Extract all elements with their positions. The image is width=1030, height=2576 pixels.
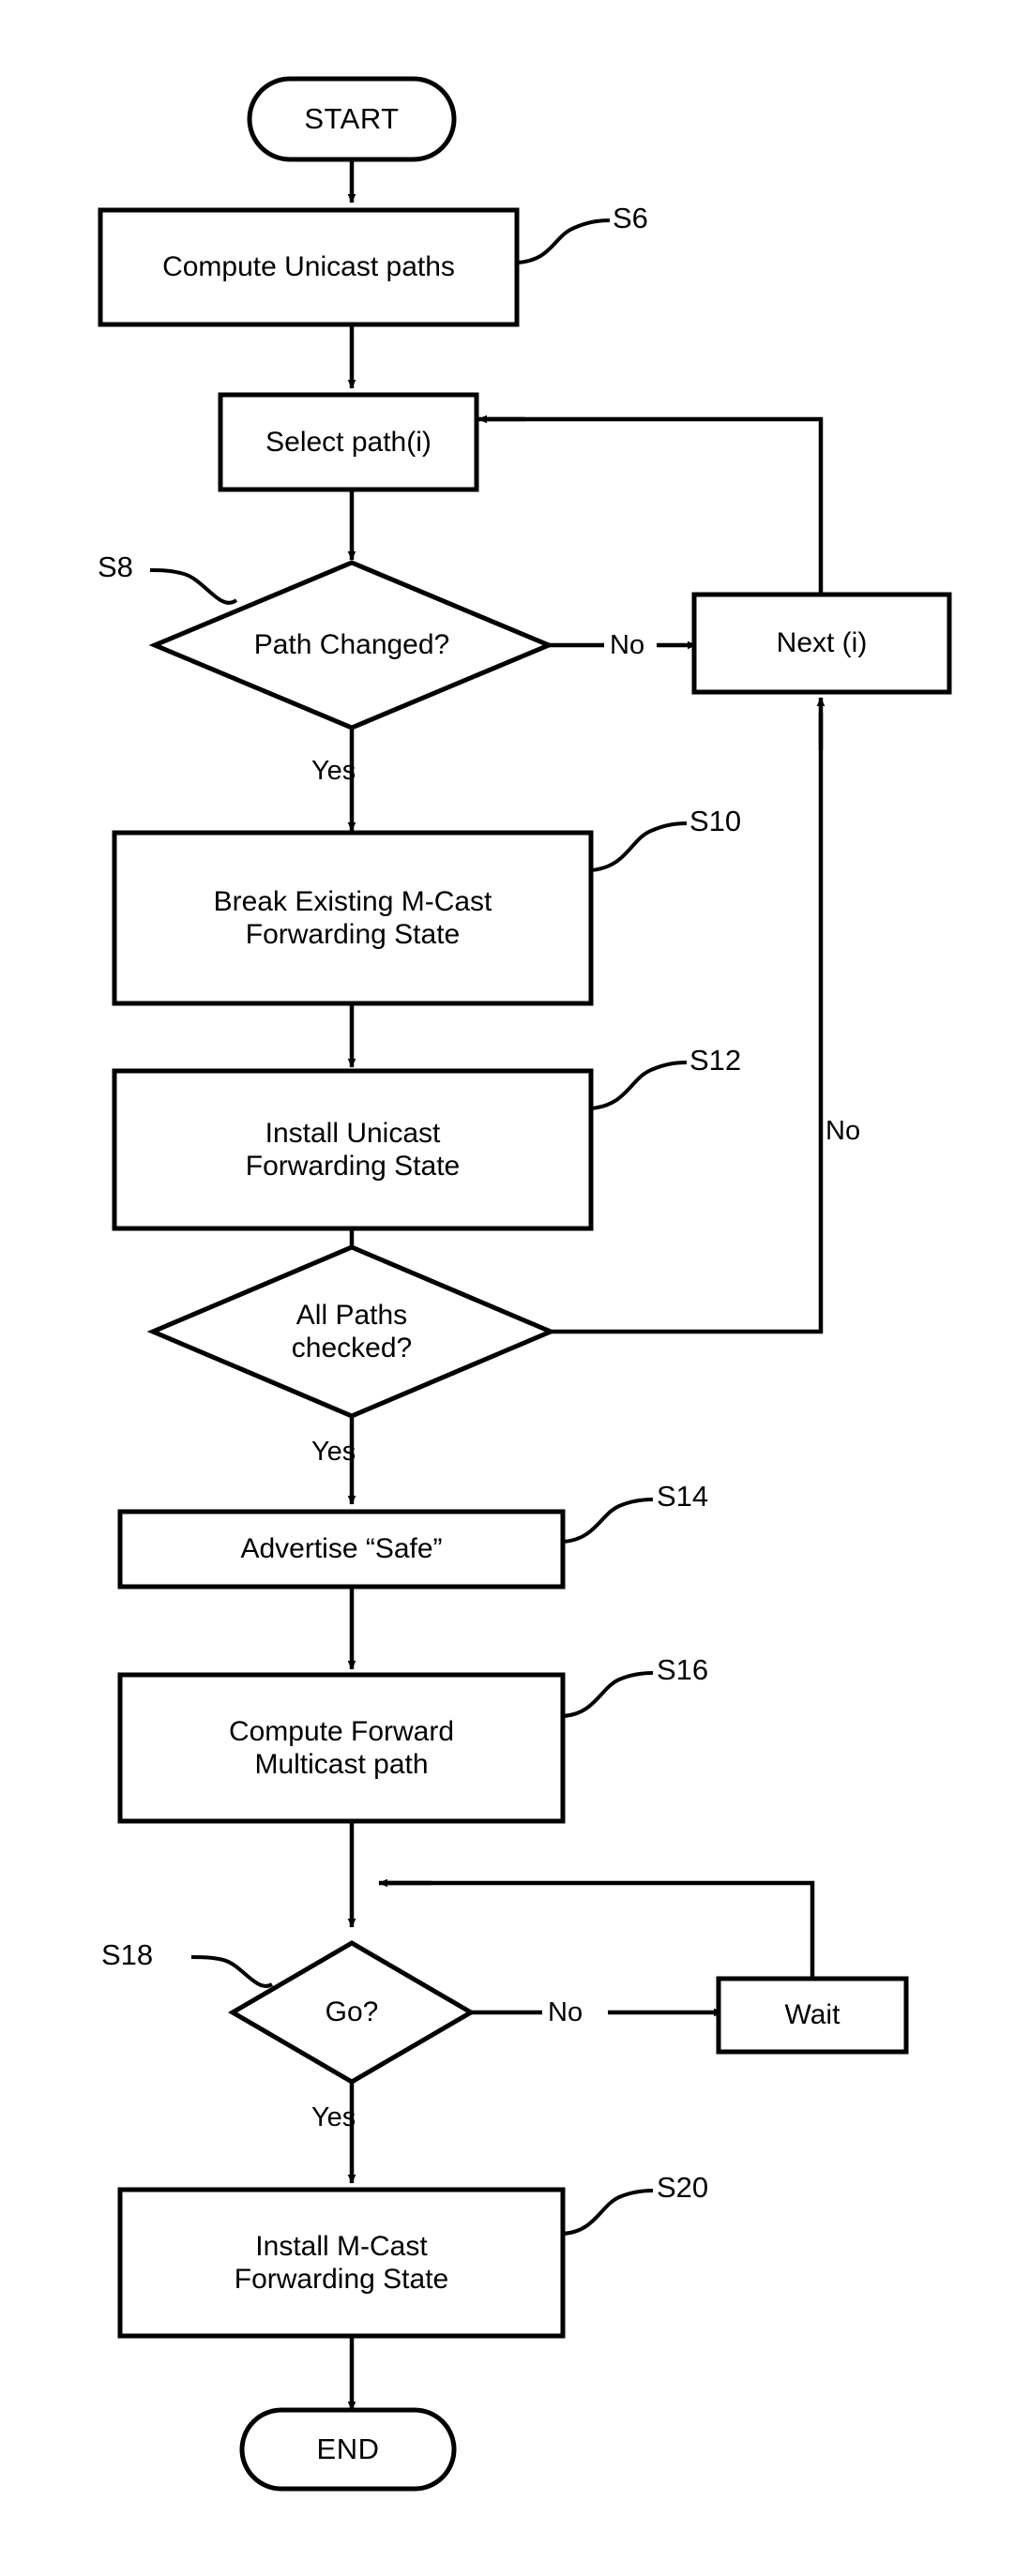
s10-leader-line	[590, 821, 688, 872]
edge-next-to-select	[484, 416, 824, 595]
edge-label-all-paths-yes: Yes	[311, 1437, 356, 1467]
s20-leader-line	[562, 2189, 654, 2236]
end-terminator-shape	[239, 2407, 457, 2492]
step-label-s18: S18	[101, 1938, 154, 1971]
s12-leader-line	[590, 1061, 688, 1110]
s6-leader-line	[516, 218, 611, 264]
s20-process-shape	[117, 2187, 566, 2339]
s8-leader-line	[149, 568, 238, 605]
edge-label-go-yes: Yes	[311, 2102, 356, 2132]
wait-process-shape	[716, 1976, 909, 2055]
s6-process-shape	[98, 207, 520, 327]
step-label-s14: S14	[657, 1480, 709, 1513]
edge-allpaths-no	[551, 713, 824, 1334]
next-i-process-shape	[691, 592, 952, 695]
step-label-s12: S12	[689, 1044, 742, 1077]
step-label-s6: S6	[613, 202, 648, 234]
s10-process-shape	[112, 830, 594, 1006]
edge-label-path-changed-no: No	[610, 630, 645, 660]
select-path-process-shape	[218, 392, 479, 492]
all-paths-decision-shape	[146, 1244, 557, 1419]
step-label-s16: S16	[657, 1653, 709, 1686]
edge-wait-loop	[385, 1880, 815, 1979]
step-label-s8: S8	[98, 550, 133, 583]
s14-leader-line	[562, 1498, 654, 1544]
s14-process-shape	[117, 1509, 566, 1589]
s16-process-shape	[117, 1672, 566, 1824]
step-label-s10: S10	[689, 805, 742, 837]
start-terminator-shape	[247, 76, 457, 162]
s8-decision-shape	[148, 560, 555, 731]
flowchart-canvas: START Compute Unicast paths Select path(…	[0, 0, 1030, 2576]
s18-leader-line	[190, 1955, 274, 1988]
s12-process-shape-box	[112, 1068, 594, 1231]
s16-leader-line	[562, 1671, 654, 1718]
s18-decision-shape	[228, 1940, 476, 2085]
edge-label-go-no: No	[548, 1997, 583, 2027]
flowchart-svg	[98, 76, 952, 2492]
edge-label-path-changed-yes: Yes	[311, 756, 356, 786]
edge-label-all-paths-no: No	[826, 1116, 861, 1146]
step-label-s20: S20	[657, 2171, 709, 2204]
